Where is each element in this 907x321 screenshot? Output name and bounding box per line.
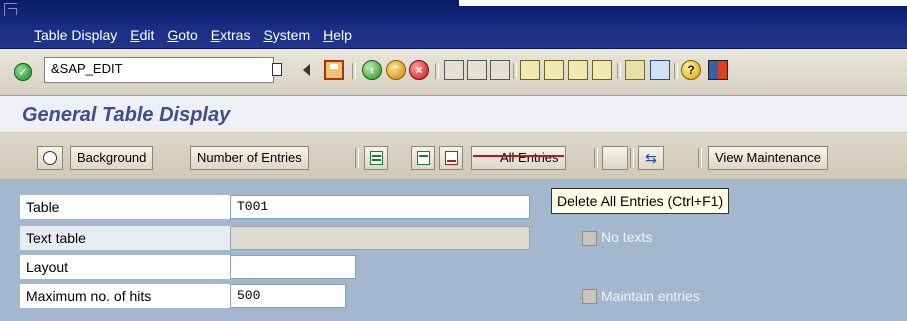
toolbar-separator <box>630 148 634 168</box>
toolbar-separator <box>617 63 621 79</box>
back-icon[interactable]: ‹ <box>362 60 382 80</box>
exit-icon[interactable]: ⌃ <box>386 60 406 80</box>
menu-bar: Table Display Edit Goto Extras System He… <box>0 0 907 49</box>
command-history-icon[interactable] <box>272 63 282 76</box>
layout-label: Layout <box>20 255 230 279</box>
first-page-icon[interactable] <box>520 60 540 80</box>
menu-extras[interactable]: Extras <box>211 27 251 43</box>
help-icon[interactable]: ? <box>681 60 701 80</box>
shortcut-icon[interactable] <box>650 60 670 80</box>
delete-all-entries-tooltip: Delete All Entries (Ctrl+F1) <box>551 188 730 214</box>
toolbar-separator <box>352 63 356 79</box>
menu-help[interactable]: Help <box>323 27 352 43</box>
toolbar-separator <box>698 148 702 168</box>
next-page-icon[interactable] <box>568 60 588 80</box>
sap-menu-icon[interactable] <box>4 3 17 16</box>
save-icon[interactable] <box>324 60 344 80</box>
table-label: Table <box>20 195 230 219</box>
delete-entries-icon <box>445 151 458 165</box>
menu-items: Table Display Edit Goto Extras System He… <box>34 27 352 43</box>
all-entries-button[interactable]: All Entries <box>471 146 566 170</box>
select-entries-icon <box>417 151 430 165</box>
table-input[interactable]: T001 <box>230 195 530 219</box>
max-hits-label: Maximum no. of hits <box>20 284 230 308</box>
layout-input[interactable] <box>230 255 356 279</box>
cancel-icon[interactable]: × <box>409 60 429 80</box>
max-hits-input[interactable]: 500 <box>230 284 346 308</box>
navigate-arrows-icon: ⇆ <box>645 150 657 166</box>
new-session-icon[interactable] <box>625 60 645 80</box>
navigate-button[interactable]: ⇆ <box>638 146 664 170</box>
customize-layout-icon[interactable] <box>708 60 728 80</box>
enter-check-icon[interactable]: ✓ <box>14 63 32 81</box>
no-texts-label: No texts <box>601 229 653 245</box>
background-button[interactable]: Background <box>70 146 154 170</box>
page-title: General Table Display <box>22 104 231 126</box>
execute-icon <box>43 151 57 165</box>
print-icon[interactable] <box>444 60 464 80</box>
toolbar-separator <box>594 148 598 168</box>
text-table-label: Text table <box>20 226 230 250</box>
execute-button[interactable] <box>37 146 63 170</box>
find-next-icon[interactable] <box>490 60 510 80</box>
previous-page-icon[interactable] <box>544 60 564 80</box>
command-field[interactable]: &SAP_EDIT <box>44 57 274 83</box>
text-table-input <box>230 226 530 250</box>
view-maintenance-button[interactable]: View Maintenance <box>708 146 828 170</box>
find-icon[interactable] <box>467 60 487 80</box>
maintain-entries-checkbox <box>582 289 597 304</box>
table-contents-button[interactable] <box>602 146 628 170</box>
menu-edit[interactable]: Edit <box>130 27 154 43</box>
menu-goto[interactable]: Goto <box>167 27 197 43</box>
maintain-entries-label: Maintain entries <box>601 288 700 304</box>
menu-table-display[interactable]: Table Display <box>34 27 117 43</box>
window-top-strip <box>459 0 907 6</box>
delete-entries-button[interactable] <box>439 146 463 170</box>
toolbar-separator <box>355 148 359 168</box>
toolbar-separator <box>435 63 439 79</box>
no-texts-checkbox <box>582 231 597 246</box>
standard-toolbar: ✓ &SAP_EDIT ‹ ⌃ × ? <box>0 49 907 96</box>
toolbar-separator <box>513 63 517 79</box>
create-entries-icon <box>370 151 383 165</box>
select-entries-button[interactable] <box>411 146 435 170</box>
menu-system[interactable]: System <box>263 27 310 43</box>
all-entries-label: All Entries <box>500 150 559 165</box>
number-of-entries-button[interactable]: Number of Entries <box>190 146 309 170</box>
create-entries-button[interactable] <box>364 146 388 170</box>
command-field-collapse-icon[interactable] <box>303 64 310 76</box>
toolbar-separator <box>674 63 678 79</box>
last-page-icon[interactable] <box>592 60 612 80</box>
